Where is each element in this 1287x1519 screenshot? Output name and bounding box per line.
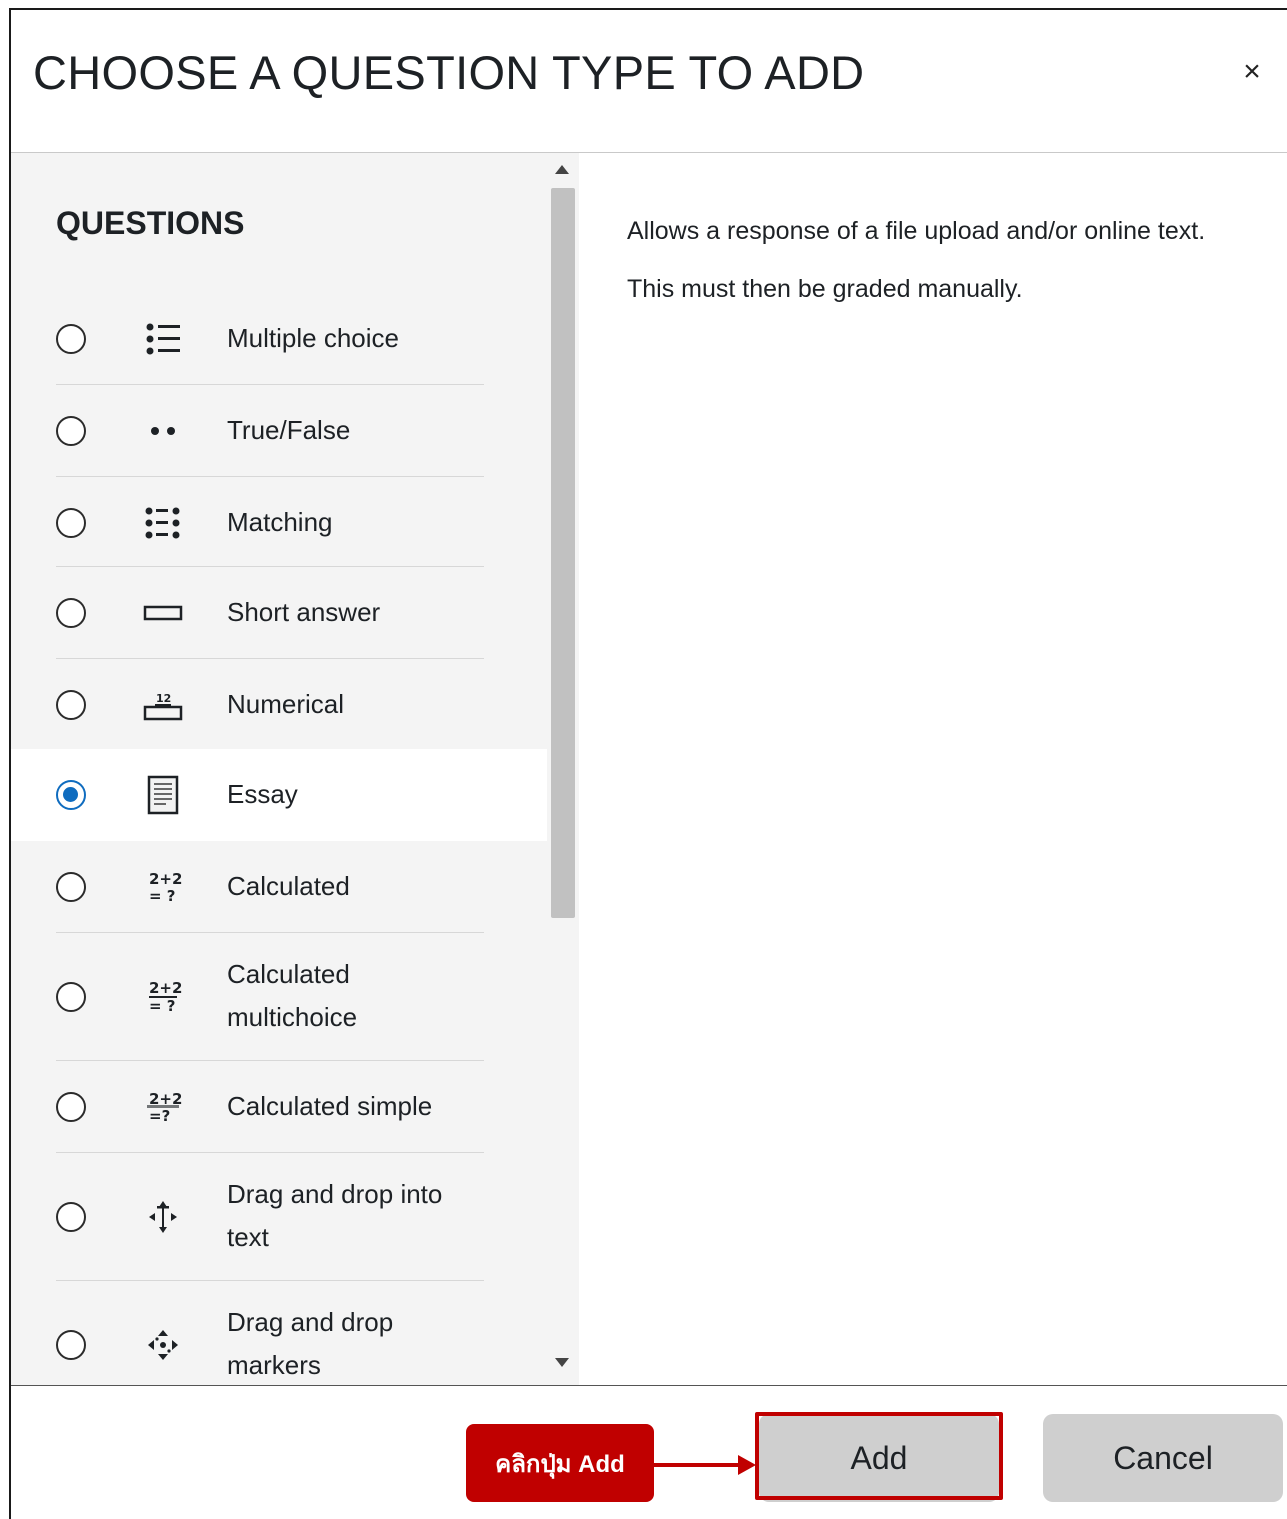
question-description: Allows a response of a file upload and/o… — [579, 153, 1287, 1385]
option-short-answer[interactable]: Short answer — [11, 567, 547, 659]
scroll-up-arrow-icon[interactable] — [555, 165, 569, 174]
svg-text:=?: =? — [149, 1107, 170, 1125]
option-drag-drop-text[interactable]: Drag and drop into text — [11, 1153, 547, 1281]
option-essay[interactable]: Essay — [11, 749, 547, 841]
description-line-1: Allows a response of a file upload and/o… — [627, 217, 1206, 245]
description-line-2: This must then be graded manually. — [627, 275, 1023, 303]
option-drag-drop-markers[interactable]: Drag and drop markers — [11, 1281, 547, 1385]
list-scrollbar[interactable] — [549, 153, 579, 1385]
radio-button[interactable] — [56, 598, 86, 628]
instruction-callout: คลิกปุ่ม Add — [466, 1424, 654, 1502]
true-false-icon — [141, 411, 185, 451]
drag-drop-markers-icon — [141, 1325, 185, 1365]
scroll-thumb[interactable] — [551, 188, 575, 918]
option-label: Short answer — [227, 597, 381, 627]
svg-text:2+2: 2+2 — [149, 979, 182, 997]
question-type-list: QUESTIONS Multiple choice True/False Mat… — [11, 153, 579, 1385]
scroll-down-arrow-icon[interactable] — [555, 1358, 569, 1367]
radio-button[interactable] — [56, 508, 86, 538]
option-true-false[interactable]: True/False — [11, 385, 547, 477]
add-button-highlight — [755, 1412, 1003, 1500]
radio-button[interactable] — [56, 1330, 86, 1360]
svg-text:12: 12 — [156, 692, 171, 705]
radio-button-checked[interactable] — [56, 780, 86, 810]
radio-button[interactable] — [56, 416, 86, 446]
questions-heading: QUESTIONS — [56, 205, 245, 241]
option-label: Calculated simple — [227, 1091, 433, 1121]
calculated-simple-icon: 2+2 =? — [141, 1087, 185, 1127]
option-label: Calculated — [227, 871, 350, 901]
essay-icon — [141, 775, 185, 815]
option-label: Drag and drop into text — [227, 1179, 443, 1252]
radio-button[interactable] — [56, 982, 86, 1012]
multiple-choice-icon — [141, 319, 185, 359]
svg-text:= ?: = ? — [149, 887, 176, 905]
option-label: True/False — [227, 415, 351, 445]
option-multiple-choice[interactable]: Multiple choice — [11, 293, 547, 385]
option-label: Drag and drop markers — [227, 1307, 394, 1380]
dialog-title: CHOOSE A QUESTION TYPE TO ADD — [33, 46, 865, 99]
question-type-dialog: CHOOSE A QUESTION TYPE TO ADD × QUESTION… — [9, 8, 1287, 1519]
radio-button[interactable] — [56, 872, 86, 902]
option-label: Numerical — [227, 689, 345, 719]
drag-drop-text-icon — [141, 1197, 185, 1237]
option-label: Matching — [227, 507, 333, 537]
svg-text:= ?: = ? — [149, 997, 176, 1015]
option-calculated[interactable]: 2+2 = ? Calculated — [11, 841, 547, 933]
close-icon[interactable]: × — [1237, 57, 1267, 87]
calculated-icon: 2+2 = ? — [141, 867, 185, 907]
svg-text:2+2: 2+2 — [149, 870, 182, 888]
arrow-head-icon — [738, 1455, 756, 1475]
numerical-icon: 12 — [141, 685, 185, 725]
radio-button[interactable] — [56, 1092, 86, 1122]
option-label: Calculated multichoice — [227, 959, 358, 1032]
radio-button[interactable] — [56, 324, 86, 354]
matching-icon — [141, 503, 185, 543]
option-numerical[interactable]: 12 Numerical — [11, 659, 547, 749]
option-calculated-simple[interactable]: 2+2 =? Calculated simple — [11, 1061, 547, 1153]
radio-button[interactable] — [56, 690, 86, 720]
callout-arrow — [654, 1463, 742, 1467]
option-label: Essay — [227, 779, 298, 809]
cancel-button[interactable]: Cancel — [1043, 1414, 1283, 1502]
option-matching[interactable]: Matching — [11, 477, 547, 567]
dialog-header: CHOOSE A QUESTION TYPE TO ADD × — [11, 10, 1287, 153]
option-calculated-multichoice[interactable]: 2+2 = ? Calculated multichoice — [11, 933, 547, 1061]
option-label: Multiple choice — [227, 323, 399, 353]
short-answer-icon — [141, 593, 185, 633]
calculated-multichoice-icon: 2+2 = ? — [141, 977, 185, 1017]
radio-button[interactable] — [56, 1202, 86, 1232]
